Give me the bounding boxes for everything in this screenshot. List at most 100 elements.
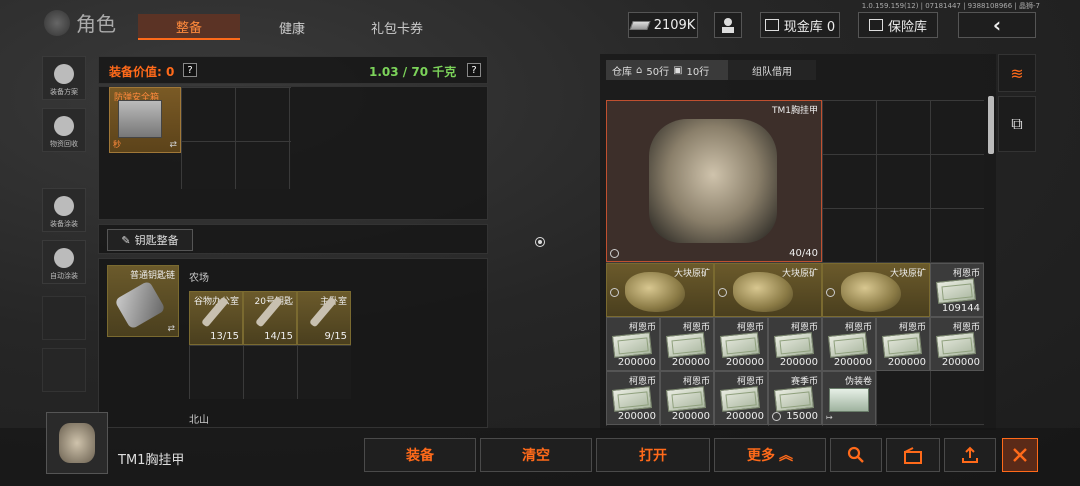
sidebar-recycle[interactable]: 物资回收 [42, 108, 86, 152]
ore-icon [733, 272, 793, 312]
armor-icon [59, 423, 95, 463]
container-grid [181, 87, 291, 189]
keychain-area: 普通钥匙链 ⇄ 农场 谷物办公室 13/15 20号钥匙 14/15 主卧室 9… [98, 258, 488, 428]
cash-icon [881, 332, 923, 358]
warehouse-scrollbar[interactable] [988, 96, 994, 154]
stack-button[interactable]: ⧉ [998, 96, 1036, 152]
cursor-icon [535, 237, 545, 247]
box-badge-icon [610, 249, 619, 258]
cash-icon [719, 332, 761, 358]
keychain-item[interactable]: 普通钥匙链 ⇄ [107, 265, 179, 337]
home-icon: ⌂ [636, 64, 643, 76]
ore-item[interactable]: 大块原矿 [606, 263, 714, 317]
user-icon [722, 18, 734, 33]
disguise-item[interactable]: 伪装卷 ↦ [822, 371, 876, 425]
cash-icon [665, 386, 707, 412]
profile-button[interactable] [714, 12, 742, 38]
timer-icon [610, 288, 619, 297]
cash-vault-button[interactable]: 现金库 0 [760, 12, 840, 38]
section-farm: 农场 [189, 273, 209, 284]
more-button[interactable]: 更多 ︽ [714, 438, 826, 472]
help-icon[interactable]: ? [183, 63, 197, 77]
ore-icon [625, 272, 685, 312]
equip-button[interactable]: 装备 [364, 438, 476, 472]
loadout-value: 装备价值: 0 [109, 65, 175, 79]
sidebar-auto-paint[interactable]: 自动涂装 [42, 240, 86, 284]
section-north-mountain: 北山 [189, 415, 209, 426]
open-button[interactable]: 打开 [596, 438, 710, 472]
tab-health[interactable]: 健康 [244, 14, 340, 40]
weight-help-icon[interactable]: ? [467, 63, 481, 77]
season-badge-icon [772, 412, 781, 421]
paint-helmet-icon [54, 196, 74, 216]
key-item[interactable]: 谷物办公室 13/15 [189, 291, 243, 345]
timer-icon [826, 288, 835, 297]
timer-icon [718, 288, 727, 297]
page-title: 角色 [44, 8, 116, 37]
armor-item[interactable]: TM1胸挂甲 40/40 [606, 100, 822, 262]
coin-item[interactable]: 柯恩币 200000 [606, 371, 660, 425]
disguise-scroll-icon [829, 388, 869, 412]
tab-loadout[interactable]: 整备 [138, 14, 240, 40]
sidebar-paint[interactable]: 装备涂装 [42, 188, 86, 232]
chevron-up-icon: ︽ [779, 448, 793, 464]
swap-icon: ⇄ [169, 140, 177, 150]
loadout-header: 装备价值: 0 ? 1.03 / 70 千克 ? [98, 56, 488, 84]
season-coin-item[interactable]: 赛季币 15000 [768, 371, 822, 425]
safe-case-item[interactable]: 防弹安全箱 秒 ⇄ [109, 87, 181, 153]
tab-gift-vouchers[interactable]: 礼包卡券 [344, 14, 450, 40]
chevron-left-icon: ‹ [992, 13, 1002, 37]
cash-icon [935, 278, 977, 304]
wrench-icon: ✎ [121, 233, 131, 247]
cash-icon [611, 386, 653, 412]
layers-refresh-icon: ≋ [1010, 63, 1024, 83]
cash-icon [935, 332, 977, 358]
coin-item[interactable]: 柯恩币 200000 [930, 317, 984, 371]
search-icon [847, 446, 864, 463]
coin-item[interactable]: 柯恩币 200000 [822, 317, 876, 371]
money-display: 2109K [628, 12, 698, 38]
coin-item[interactable]: 柯恩币 200000 [660, 317, 714, 371]
coin-item[interactable]: 柯恩币 200000 [714, 371, 768, 425]
auto-paint-icon [54, 248, 74, 268]
character-logo-icon [44, 9, 70, 36]
cash-icon [665, 332, 707, 358]
coin-item[interactable]: 柯恩币 200000 [714, 317, 768, 371]
storage-button[interactable] [886, 438, 940, 472]
weight-readout: 1.03 / 70 千克 [369, 65, 457, 79]
coin-item[interactable]: 柯恩币 200000 [876, 317, 930, 371]
selected-item-thumb [46, 412, 108, 474]
tag-icon: ▣ [673, 64, 683, 76]
cash-icon [773, 332, 815, 358]
sort-button[interactable]: ≋ [998, 54, 1036, 92]
back-button[interactable]: ‹ [958, 12, 1036, 38]
tab-team-borrow[interactable]: 组队借用 [728, 60, 816, 80]
layers-icon: ⧉ [1011, 114, 1023, 133]
search-button[interactable] [830, 438, 882, 472]
version-text: 1.0.159.159(12) | 07181447 | 9388108966 … [861, 2, 1040, 10]
coin-item[interactable]: 柯恩币 200000 [660, 371, 714, 425]
clear-button[interactable]: 清空 [480, 438, 592, 472]
key-loadout-button[interactable]: ✎ 钥匙整备 [107, 229, 193, 251]
close-icon [1013, 448, 1027, 462]
upload-icon [962, 446, 978, 463]
armor-icon [649, 119, 777, 243]
ore-item[interactable]: 大块原矿 [714, 263, 822, 317]
helmet-icon [54, 64, 74, 84]
coin-item[interactable]: 柯恩币 109144 [930, 263, 984, 317]
coin-item[interactable]: 柯恩币 200000 [768, 317, 822, 371]
sidebar-loadout-plan[interactable]: 装备方案 [42, 56, 86, 100]
upload-button[interactable] [944, 438, 996, 472]
money-icon [629, 20, 651, 30]
cash-icon [827, 332, 869, 358]
key-item[interactable]: 主卧室 9/15 [297, 291, 351, 345]
ore-item[interactable]: 大块原矿 [822, 263, 930, 317]
swap-icon: ⇄ [167, 324, 175, 334]
coin-item[interactable]: 柯恩币 200000 [606, 317, 660, 371]
box-open-icon [904, 447, 922, 464]
cash-icon [611, 332, 653, 358]
close-button[interactable] [1002, 438, 1038, 472]
key-item[interactable]: 20号钥匙 14/15 [243, 291, 297, 345]
safe-vault-button[interactable]: 保险库 [858, 12, 938, 38]
tab-warehouse[interactable]: 仓库 ⌂ 50行 ▣ 10行 [606, 60, 728, 80]
